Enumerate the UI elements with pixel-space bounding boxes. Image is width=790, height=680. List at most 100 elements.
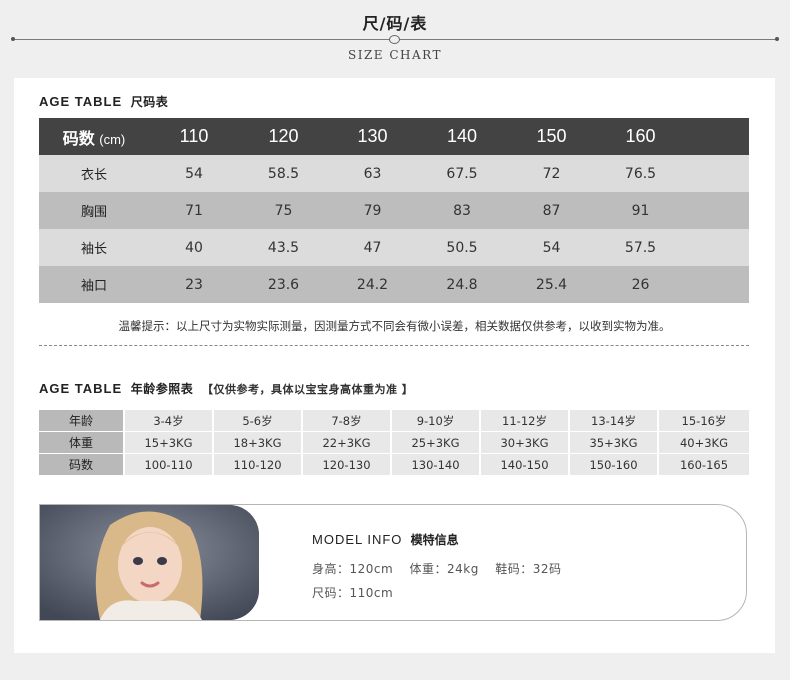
- table-cell: 40+3KG: [659, 432, 749, 453]
- size-table-header-row: 码数 (cm) 110 120 130 140 150 160: [39, 118, 749, 155]
- page-title: 尺/码/表: [362, 14, 428, 33]
- table-cell: 15+3KG: [125, 432, 214, 453]
- model-portrait-image: [40, 505, 259, 620]
- table-cell: 7-8岁: [303, 410, 392, 431]
- row-label: 衣长: [39, 155, 149, 192]
- table-cell-spacer: [685, 155, 749, 192]
- model-photo: [40, 505, 259, 620]
- row-label: 胸围: [39, 192, 149, 229]
- table-cell: 120-130: [303, 454, 392, 475]
- model-size: 尺码：110cm: [312, 586, 394, 600]
- table-cell: 24.2: [328, 266, 417, 303]
- table-row: 码数 100-110 110-120 120-130 130-140 140-1…: [39, 454, 749, 475]
- table-cell: 11-12岁: [481, 410, 570, 431]
- table-row: 年龄 3-4岁 5-6岁 7-8岁 9-10岁 11-12岁 13-14岁 15…: [39, 410, 749, 431]
- size-header-unit: (cm): [99, 131, 126, 147]
- age-section-title-en: AGE TABLE: [39, 381, 123, 396]
- model-height: 身高：120cm: [312, 562, 394, 576]
- age-section-note: 【仅供参考，具体以宝宝身高体重为准 】: [201, 383, 414, 396]
- table-cell: 87: [507, 192, 596, 229]
- table-row: 袖长 40 43.5 47 50.5 54 57.5: [39, 229, 749, 266]
- size-section-title-en: AGE TABLE: [39, 94, 123, 109]
- size-header-cell: 130: [328, 118, 417, 155]
- row-label: 体重: [39, 432, 125, 453]
- table-cell: 54: [507, 229, 596, 266]
- table-cell: 67.5: [417, 155, 507, 192]
- measurement-tip: 温馨提示：以上尺寸为实物实际测量，因测量方式不同会有微小误差，相关数据仅供参考，…: [118, 319, 671, 333]
- table-cell: 18+3KG: [214, 432, 303, 453]
- table-cell: 54: [149, 155, 239, 192]
- size-header-label: 码数: [62, 130, 95, 148]
- table-cell-spacer: [685, 266, 749, 303]
- table-cell: 58.5: [239, 155, 328, 192]
- size-header-cell: 140: [417, 118, 507, 155]
- model-info-card: MODEL INFO 模特信息 身高：120cm 体重：24kg 鞋码：32码 …: [39, 504, 747, 621]
- table-cell: 43.5: [239, 229, 328, 266]
- table-cell: 3-4岁: [125, 410, 214, 431]
- model-info-title: MODEL INFO 模特信息: [312, 531, 459, 548]
- size-section-title: AGE TABLE 尺码表: [39, 93, 168, 110]
- table-cell-spacer: [685, 229, 749, 266]
- size-header-spacer: [685, 118, 749, 155]
- size-header-cell: 120: [239, 118, 328, 155]
- row-label: 年龄: [39, 410, 125, 431]
- page-header: 尺/码/表 SIZE CHART: [0, 0, 790, 70]
- table-row: 衣长 54 58.5 63 67.5 72 76.5: [39, 155, 749, 192]
- table-cell: 75: [239, 192, 328, 229]
- table-row: 胸围 71 75 79 83 87 91: [39, 192, 749, 229]
- divider-ornament-icon: [389, 35, 400, 44]
- table-cell: 63: [328, 155, 417, 192]
- row-label: 袖口: [39, 266, 149, 303]
- model-info-title-cn: 模特信息: [410, 533, 459, 547]
- table-cell: 13-14岁: [570, 410, 659, 431]
- table-cell-spacer: [685, 192, 749, 229]
- age-section-title-cn: 年龄参照表: [130, 382, 194, 396]
- model-weight: 体重：24kg: [409, 562, 479, 576]
- table-cell: 35+3KG: [570, 432, 659, 453]
- table-cell: 47: [328, 229, 417, 266]
- size-header-cell: 160: [596, 118, 685, 155]
- table-cell: 25.4: [507, 266, 596, 303]
- divider-end-dot: [775, 37, 779, 41]
- table-cell: 22+3KG: [303, 432, 392, 453]
- table-cell: 40: [149, 229, 239, 266]
- size-table: 码数 (cm) 110 120 130 140 150 160 衣长 54 58…: [39, 118, 749, 303]
- size-section-title-cn: 尺码表: [130, 95, 169, 109]
- table-cell: 24.8: [417, 266, 507, 303]
- model-shoe-size: 鞋码：32码: [495, 562, 562, 576]
- table-row: 体重 15+3KG 18+3KG 22+3KG 25+3KG 30+3KG 35…: [39, 432, 749, 453]
- table-cell: 140-150: [481, 454, 570, 475]
- row-label: 码数: [39, 454, 125, 475]
- table-cell: 71: [149, 192, 239, 229]
- table-cell: 91: [596, 192, 685, 229]
- table-cell: 26: [596, 266, 685, 303]
- size-header-cell: 150: [507, 118, 596, 155]
- table-cell: 57.5: [596, 229, 685, 266]
- size-header-label-cell: 码数 (cm): [39, 118, 149, 155]
- table-cell: 100-110: [125, 454, 214, 475]
- table-cell: 15-16岁: [659, 410, 749, 431]
- table-cell: 160-165: [659, 454, 749, 475]
- model-info-title-en: MODEL INFO: [312, 532, 403, 547]
- dashed-divider: [39, 345, 749, 346]
- table-cell: 25+3KG: [392, 432, 481, 453]
- content-panel: AGE TABLE 尺码表 码数 (cm) 110 120 130 140 15…: [14, 78, 775, 653]
- model-stats-line: 身高：120cm 体重：24kg 鞋码：32码: [312, 560, 573, 577]
- table-cell: 50.5: [417, 229, 507, 266]
- table-cell: 76.5: [596, 155, 685, 192]
- table-cell: 23.6: [239, 266, 328, 303]
- model-size-line: 尺码：110cm: [312, 584, 405, 601]
- row-label: 袖长: [39, 229, 149, 266]
- page-subtitle: SIZE CHART: [347, 48, 442, 62]
- table-cell: 30+3KG: [481, 432, 570, 453]
- table-cell: 110-120: [214, 454, 303, 475]
- table-cell: 130-140: [392, 454, 481, 475]
- table-cell: 5-6岁: [214, 410, 303, 431]
- table-cell: 23: [149, 266, 239, 303]
- table-cell: 72: [507, 155, 596, 192]
- table-cell: 83: [417, 192, 507, 229]
- table-cell: 150-160: [570, 454, 659, 475]
- divider-end-dot: [11, 37, 15, 41]
- age-table: 年龄 3-4岁 5-6岁 7-8岁 9-10岁 11-12岁 13-14岁 15…: [39, 409, 749, 476]
- table-cell: 9-10岁: [392, 410, 481, 431]
